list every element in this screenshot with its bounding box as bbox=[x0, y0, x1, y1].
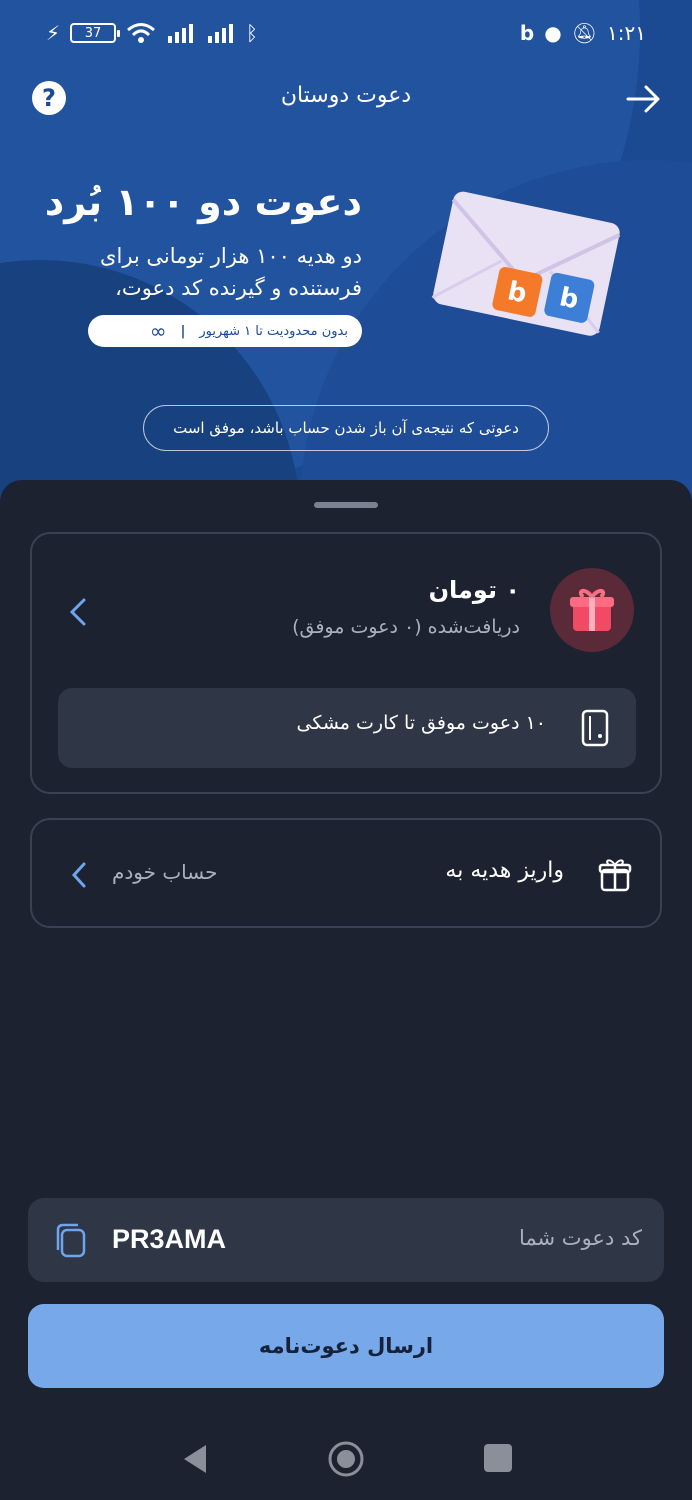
deposit-label: واریز هدیه به bbox=[445, 858, 564, 883]
promo-description: دو هدیه ۱۰۰ هزار تومانی برای فرستنده و گ… bbox=[100, 244, 362, 300]
nav-back-icon[interactable] bbox=[180, 1442, 210, 1476]
promo-limit-pill: بدون محدودیت تا ۱ شهریور | ∞ bbox=[88, 315, 362, 347]
mute-icon: 🔕︎ bbox=[571, 21, 598, 45]
status-bar: ⚡ 37 ᛒ b ● 🔕︎ ۱:۲۱ bbox=[0, 18, 692, 48]
gift-box-icon bbox=[598, 859, 632, 892]
battery-indicator: 37 bbox=[70, 23, 121, 43]
success-note: دعوتی که نتیجه‌ی آن باز شدن حساب باشد، م… bbox=[143, 405, 549, 451]
chevron-left-icon[interactable] bbox=[68, 596, 88, 628]
invite-code-label: کد دعوت شما bbox=[518, 1226, 642, 1250]
reward-received: دریافت‌شده (۰ دعوت موفق) bbox=[292, 616, 520, 638]
divider: | bbox=[180, 323, 186, 339]
milestone-box: ۱۰ دعوت موفق تا کارت مشکی bbox=[58, 688, 636, 768]
invite-code[interactable]: PR3AMA bbox=[112, 1224, 226, 1255]
clock: ۱:۲۱ bbox=[607, 21, 646, 45]
bluetooth-icon: ᛒ bbox=[246, 21, 259, 45]
wifi-icon bbox=[127, 23, 156, 43]
promo-title: دعوت دو ۱۰۰ بُرد bbox=[44, 180, 362, 224]
milestone-text: ۱۰ دعوت موفق تا کارت مشکی bbox=[296, 712, 546, 734]
copy-icon[interactable] bbox=[52, 1222, 88, 1260]
promo-limit-text: بدون محدودیت تا ۱ شهریور bbox=[199, 323, 348, 339]
sheet-drag-handle[interactable] bbox=[314, 502, 378, 508]
infinity-icon: ∞ bbox=[149, 319, 167, 343]
nav-home-icon[interactable] bbox=[327, 1440, 365, 1478]
reward-amount: ۰ تومان bbox=[428, 576, 520, 604]
chat-icon: ● bbox=[544, 21, 562, 45]
nav-recents-icon[interactable] bbox=[484, 1444, 512, 1472]
invite-code-bar: PR3AMA کد دعوت شما bbox=[28, 1198, 664, 1282]
chevron-left-icon[interactable] bbox=[70, 860, 88, 890]
system-nav-bar bbox=[0, 1420, 692, 1500]
bottom-sheet: ۰ تومان دریافت‌شده (۰ دعوت موفق) ۱۰ دعوت… bbox=[0, 480, 692, 1500]
gift-icon bbox=[550, 568, 634, 652]
hero-banner: ⚡ 37 ᛒ b ● 🔕︎ ۱:۲۱ ? دعوت دوستان دعوت دو… bbox=[0, 0, 692, 520]
send-invite-button[interactable]: ارسال دعوت‌نامه bbox=[28, 1304, 664, 1388]
deposit-destination-row[interactable]: واریز هدیه به حساب خودم bbox=[30, 818, 662, 928]
app-b-icon: b bbox=[519, 21, 535, 45]
charging-icon: ⚡ bbox=[46, 21, 61, 45]
signal-icon-2 bbox=[208, 24, 234, 43]
page-title: دعوت دوستان bbox=[280, 83, 412, 108]
deposit-value: حساب خودم bbox=[112, 860, 218, 884]
arrow-right-icon[interactable] bbox=[624, 81, 664, 117]
envelope-illustration: b b bbox=[431, 191, 620, 336]
rewards-card[interactable]: ۰ تومان دریافت‌شده (۰ دعوت موفق) ۱۰ دعوت… bbox=[30, 532, 662, 794]
card-icon bbox=[581, 709, 609, 747]
signal-icon bbox=[168, 24, 194, 43]
